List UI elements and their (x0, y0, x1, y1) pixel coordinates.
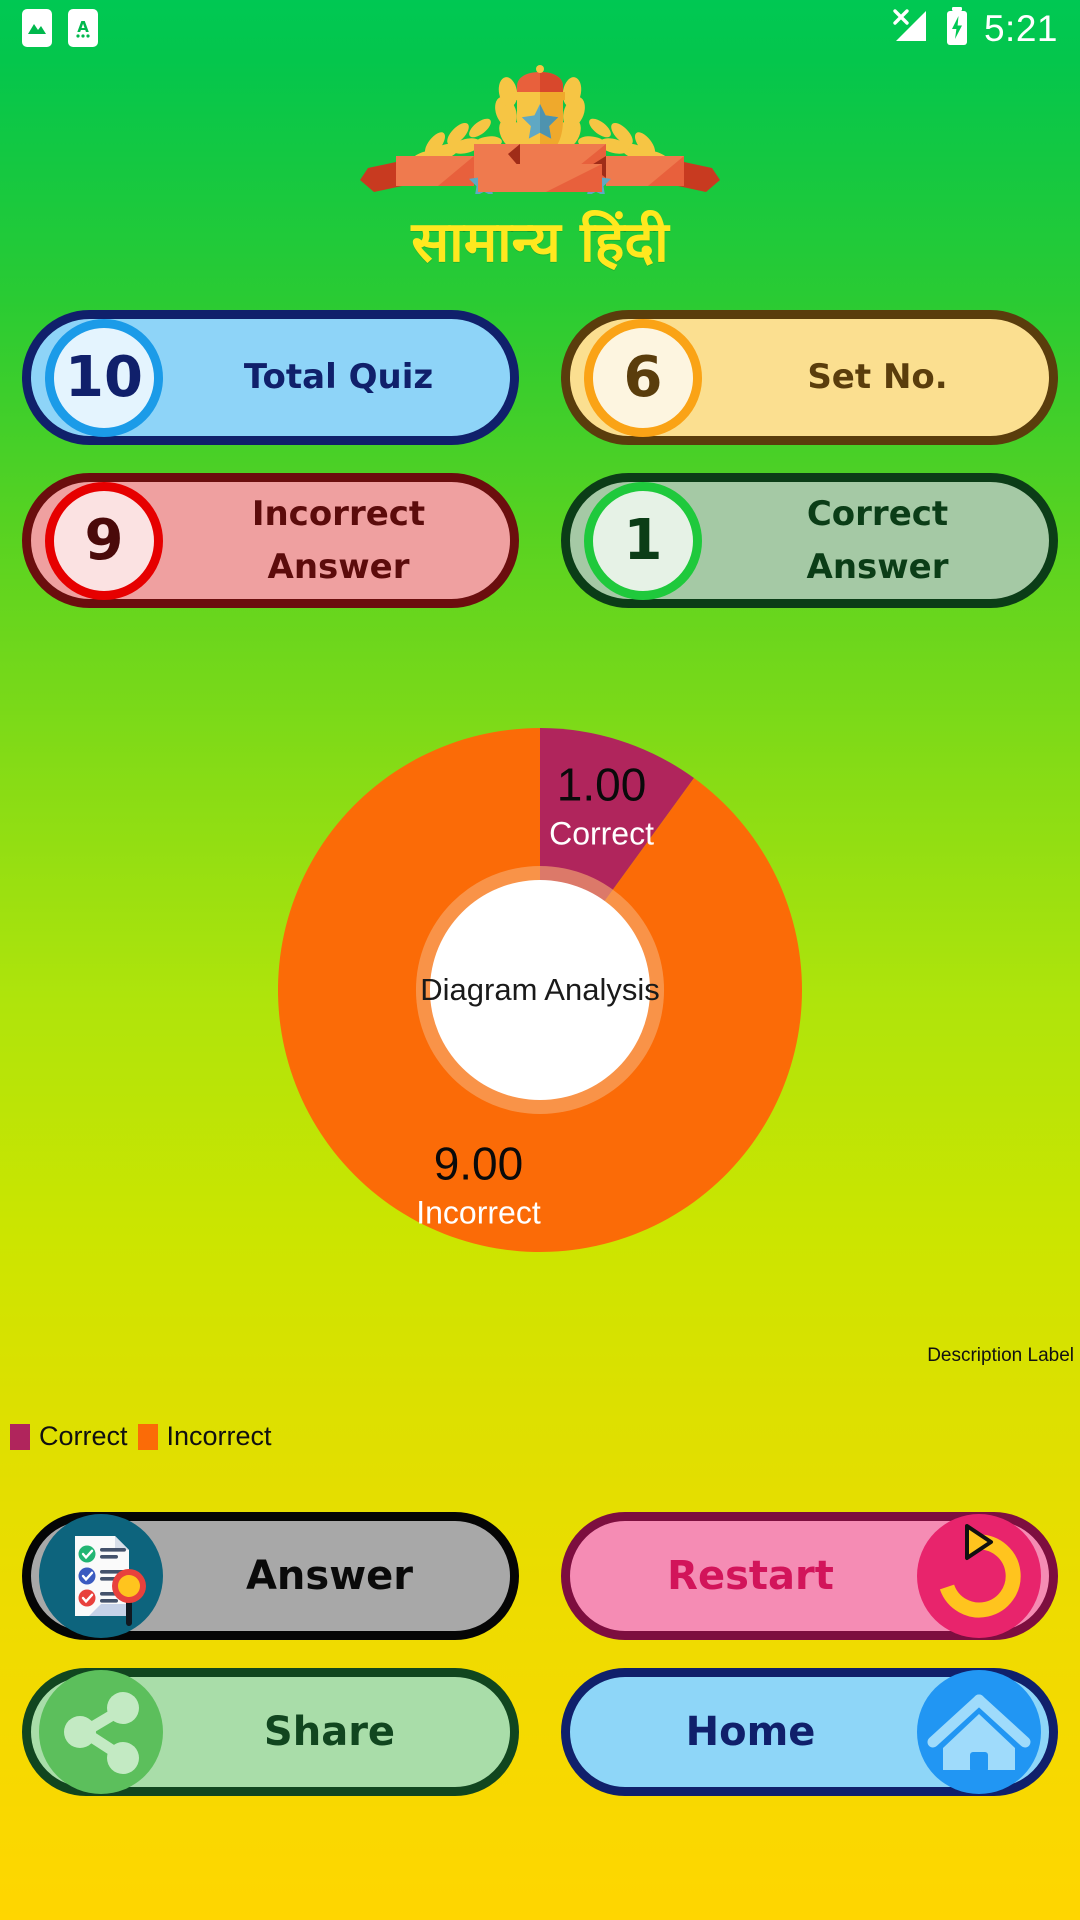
donut-value-incorrect: 9.00 (434, 1137, 524, 1189)
legend-swatch-correct (10, 1423, 30, 1450)
chart-description-label: Description Label (927, 1345, 1074, 1366)
donut-name-incorrect: Incorrect (416, 1194, 541, 1230)
stat-card-incorrect-answer[interactable]: 9 Incorrect Answer (22, 473, 519, 608)
page-title: सामान्य हिंदी (411, 210, 669, 275)
correct-answer-label: Correct Answer (720, 488, 1049, 593)
donut-name-correct: Correct (549, 816, 654, 852)
stat-card-set-no[interactable]: 6 Set No. (561, 310, 1058, 445)
svg-text:A: A (77, 18, 89, 36)
status-bar-clock: 5:21 (983, 7, 1058, 49)
share-button[interactable]: Share (22, 1668, 519, 1796)
trophy-banner-icon (0, 56, 1080, 194)
home-button-label: Home (685, 1709, 816, 1755)
status-bar: A 5:21 (0, 0, 1080, 56)
donut-center-label: Diagram Analysis (420, 972, 659, 1007)
restart-button-label: Restart (667, 1553, 834, 1599)
diagram-analysis-chart[interactable]: Diagram Analysis 1.00 Correct 9.00 Incorrec… (0, 700, 1080, 1360)
share-nodes-icon (39, 1670, 163, 1794)
correct-answer-label-line1: Correct (806, 493, 949, 534)
incorrect-answer-value: 9 (45, 481, 163, 600)
correct-answer-value: 1 (584, 481, 702, 600)
share-button-label: Share (263, 1709, 396, 1755)
answer-button[interactable]: Answer (22, 1512, 519, 1640)
refresh-arrow-icon (917, 1514, 1041, 1638)
incorrect-answer-label-line2: Answer (267, 546, 410, 587)
legend-item-correct[interactable]: Correct (10, 1421, 128, 1452)
legend-swatch-incorrect (137, 1423, 158, 1450)
legend-label-correct: Correct (39, 1421, 128, 1451)
donut-value-correct: 1.00 (557, 759, 647, 811)
stats-grid: 10 Total Quiz 6 Set No. 9 Incorrect Answ… (0, 310, 1080, 608)
set-no-label: Set No. (807, 357, 948, 398)
image-notification-icon (22, 9, 52, 47)
legend-label-incorrect: Incorrect (166, 1421, 272, 1451)
set-no-value: 6 (584, 318, 702, 437)
action-buttons: Answer Restart Share Home (0, 1512, 1080, 1796)
restart-button[interactable]: Restart (561, 1512, 1058, 1640)
signal-no-service-icon (890, 7, 930, 50)
app-notification-icon: A (68, 9, 98, 47)
house-icon (917, 1670, 1041, 1794)
stat-card-total-quiz[interactable]: 10 Total Quiz (22, 310, 519, 445)
stat-card-correct-answer[interactable]: 1 Correct Answer (561, 473, 1058, 608)
correct-answer-label-line2: Answer (806, 546, 949, 587)
legend-item-incorrect[interactable]: Incorrect (137, 1421, 272, 1452)
total-quiz-label: Total Quiz (243, 357, 434, 398)
checklist-magnifier-icon (39, 1514, 163, 1638)
incorrect-answer-label: Incorrect Answer (181, 488, 510, 593)
home-button[interactable]: Home (561, 1668, 1058, 1796)
app-header: सामान्य हिंदी (0, 56, 1080, 278)
battery-charging-icon (944, 6, 970, 51)
status-bar-notifications: A (22, 9, 98, 47)
chart-legend: Correct Incorrect (10, 1421, 272, 1452)
answer-button-label: Answer (245, 1553, 414, 1599)
total-quiz-value: 10 (45, 318, 163, 437)
incorrect-answer-label-line1: Incorrect (251, 493, 426, 534)
status-bar-system: 5:21 (890, 6, 1058, 51)
